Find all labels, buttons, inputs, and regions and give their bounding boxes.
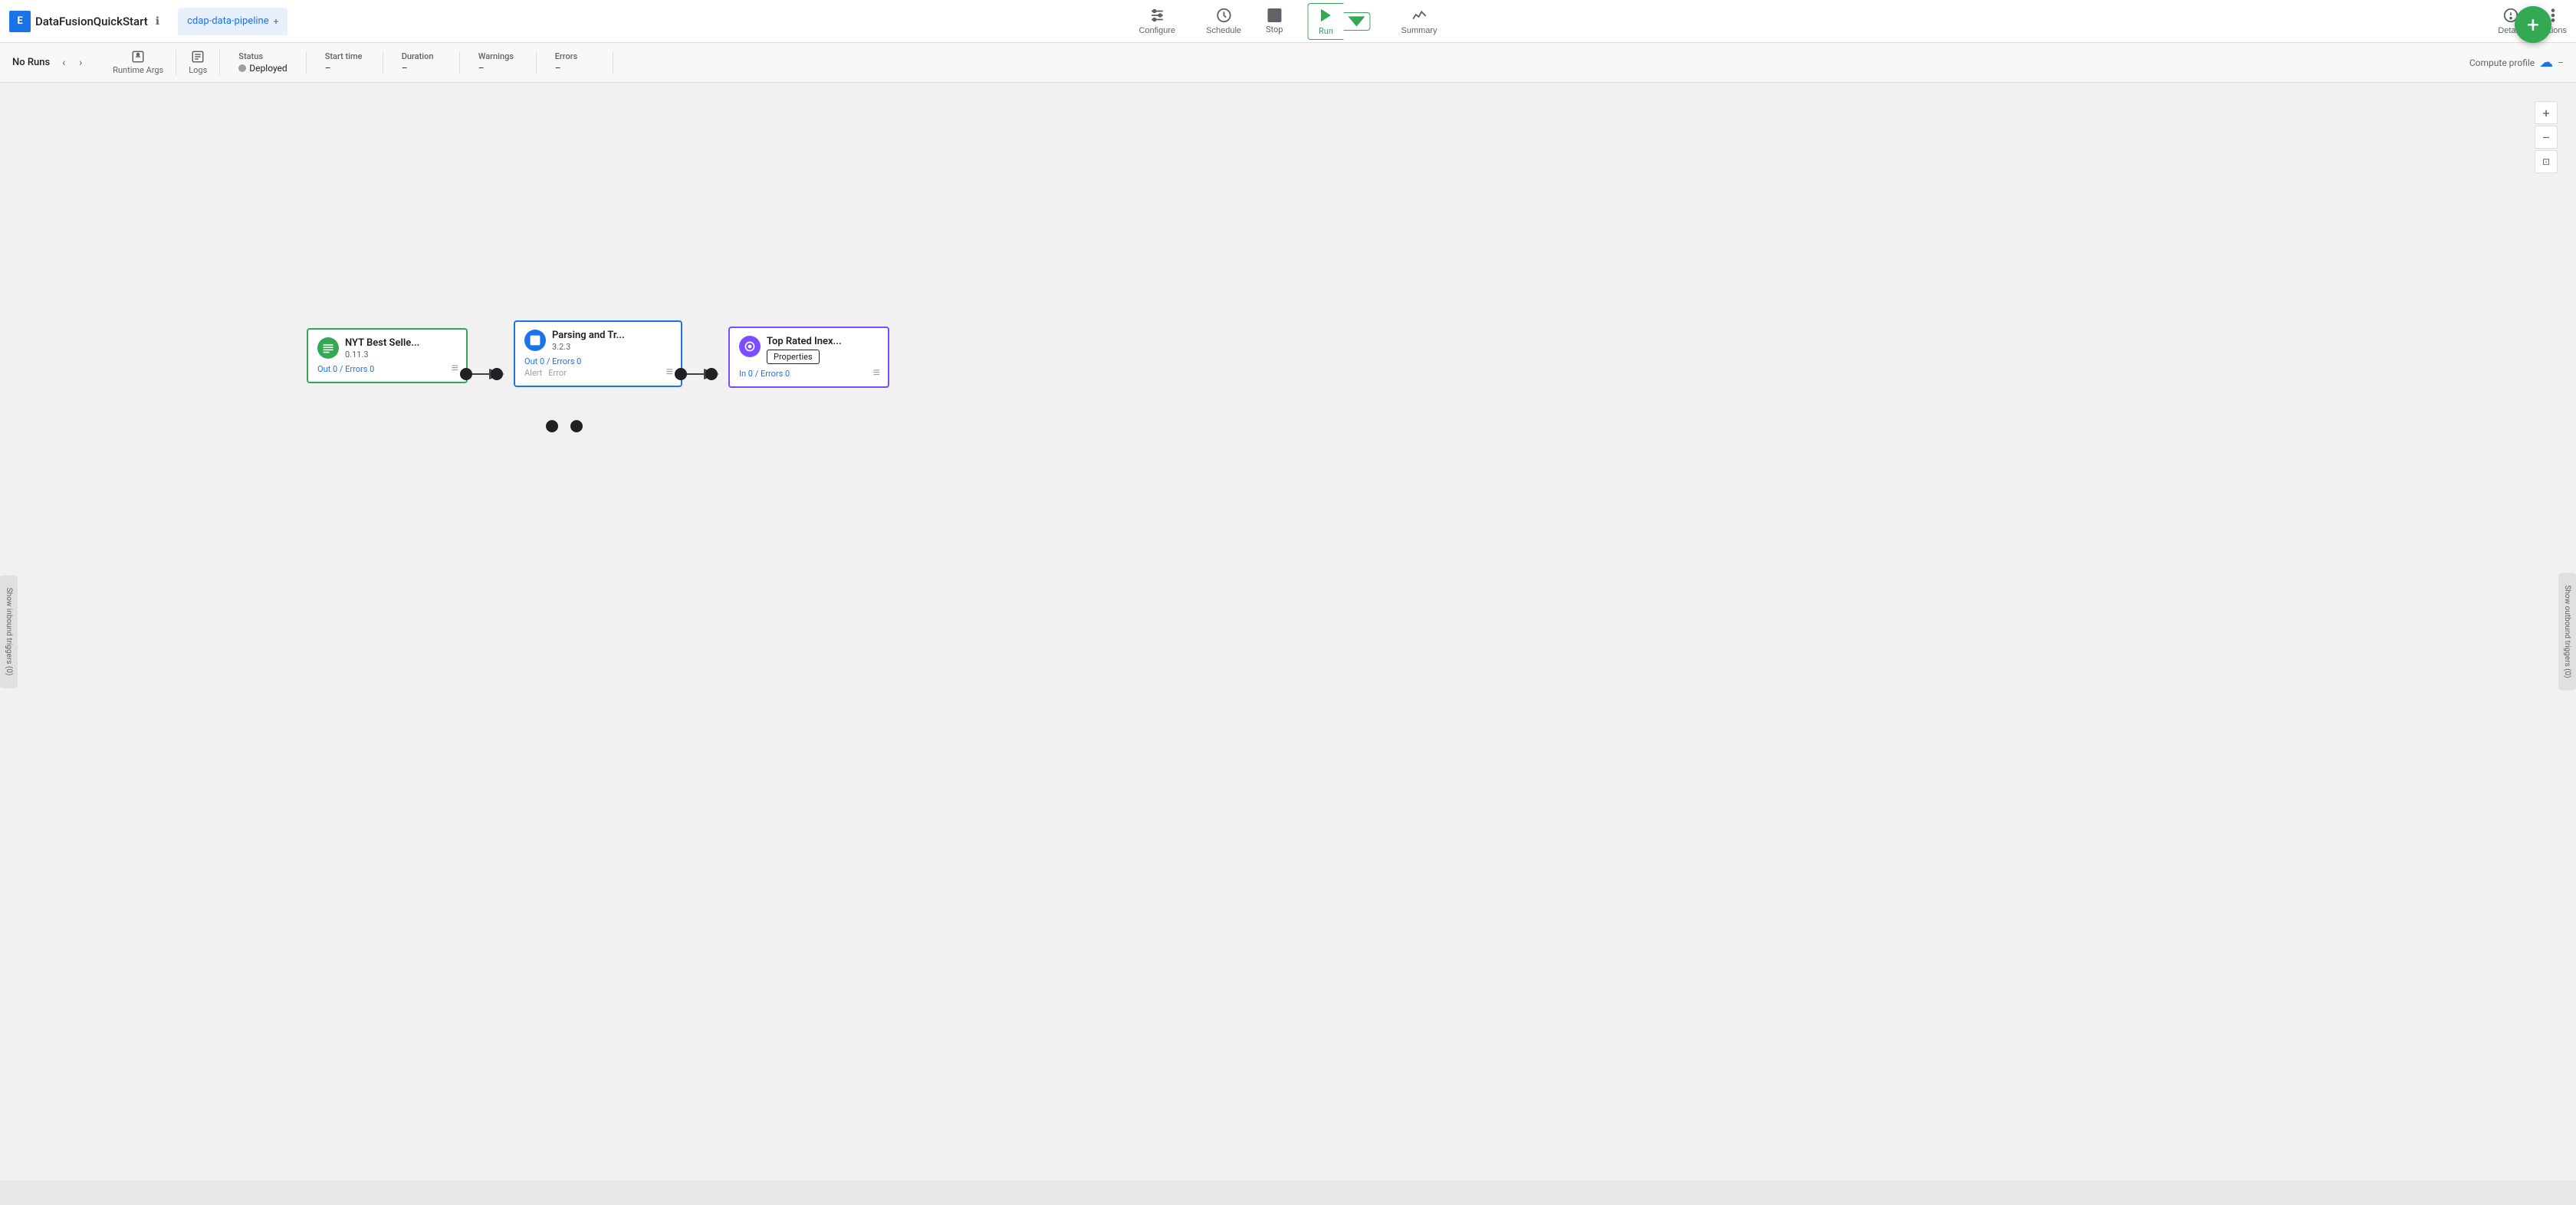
inbound-triggers-button[interactable]: Show inbound triggers (0) <box>0 576 18 688</box>
node-sink-header: Top Rated Inex... Properties <box>739 336 879 364</box>
logo-area: E DataFusionQuickStart ℹ <box>9 11 159 32</box>
run-button[interactable]: Run <box>1308 3 1344 40</box>
logo-icon: E <box>9 11 31 32</box>
node-nyt-menu-icon[interactable]: ≡ <box>452 360 458 376</box>
fab-button[interactable]: + <box>2515 6 2551 43</box>
outbound-triggers-button[interactable]: Show outbound triggers (0) <box>2558 573 2576 690</box>
nav-arrows: ‹ › <box>56 55 88 71</box>
node-nyt-header: NYT Best Selle... 0.11.3 <box>317 337 457 360</box>
status-deployed-text: Deployed <box>249 63 287 74</box>
properties-button[interactable]: Properties <box>767 350 820 364</box>
warnings-section: Warnings – <box>460 51 537 74</box>
top-bar: E DataFusionQuickStart ℹ cdap-data-pipel… <box>0 0 2576 43</box>
start-time-section: Start time – <box>307 51 383 74</box>
node-parse-info: Parsing and Tr... 3.2.3 <box>552 330 625 352</box>
logs-button[interactable]: Logs <box>176 50 220 75</box>
zoom-controls: + – ⊡ <box>2535 101 2558 173</box>
node-sink-stats: In 0 / Errors 0 <box>739 369 879 379</box>
duration-section: Duration – <box>383 51 460 74</box>
node-parse-version: 3.2.3 <box>552 342 625 352</box>
outbound-triggers-label: Show outbound triggers (0) <box>2563 585 2571 678</box>
errors-section: Errors – <box>537 51 613 74</box>
error-dot <box>570 420 583 432</box>
connection-dot-4 <box>705 368 718 380</box>
next-run-button[interactable]: › <box>73 55 88 71</box>
errors-value: – <box>555 63 561 74</box>
stop-label: Stop <box>1266 25 1283 34</box>
status-value: Deployed <box>238 63 287 74</box>
connection-dot-3 <box>675 368 687 380</box>
logs-label: Logs <box>189 65 207 75</box>
warnings-label: Warnings <box>478 51 514 61</box>
node-nyt-stats: Out 0 / Errors 0 <box>317 364 457 374</box>
connection-arrows <box>0 83 2576 1180</box>
node-sink-title: Top Rated Inex... <box>767 336 842 348</box>
compute-profile-label: Compute profile <box>2469 57 2535 68</box>
node-nyt-title: NYT Best Selle... <box>345 337 419 350</box>
summary-button[interactable]: Summary <box>1395 4 1444 38</box>
no-runs-label: No Runs <box>12 57 50 68</box>
error-label: Error <box>548 368 567 378</box>
node-top-rated[interactable]: Top Rated Inex... Properties In 0 / Erro… <box>728 327 889 388</box>
node-nyt-best-seller[interactable]: NYT Best Selle... 0.11.3 Out 0 / Errors … <box>307 328 468 383</box>
run-label: Run <box>1319 26 1333 36</box>
configure-button[interactable]: Configure <box>1132 4 1181 38</box>
node-parse-alerts: Alert Error <box>524 368 672 378</box>
status-bar: No Runs ‹ › Runtime Args Logs Status Dep… <box>0 43 2576 83</box>
warnings-value: – <box>478 63 485 74</box>
app-title: DataFusionQuickStart <box>35 15 148 28</box>
start-time-value: – <box>325 63 331 74</box>
alert-label: Alert <box>524 368 542 378</box>
node-parse-title: Parsing and Tr... <box>552 330 625 342</box>
schedule-button[interactable]: Schedule <box>1200 4 1247 38</box>
pipeline-tab[interactable]: cdap-data-pipeline + <box>178 8 288 35</box>
zoom-out-button[interactable]: – <box>2535 126 2558 149</box>
duration-value: – <box>402 63 408 74</box>
alert-dot <box>546 420 558 432</box>
pipeline-tab-close-icon[interactable]: + <box>274 16 279 27</box>
node-sink-menu-icon[interactable]: ≡ <box>873 365 880 380</box>
start-time-label: Start time <box>325 51 363 61</box>
fit-view-button[interactable]: ⊡ <box>2535 150 2558 173</box>
compute-profile-dash: – <box>2558 57 2564 68</box>
stop-button[interactable]: Stop <box>1266 8 1283 34</box>
sink-icon <box>739 336 761 357</box>
configure-label: Configure <box>1138 26 1175 35</box>
bottom-scrollbar <box>0 1180 2576 1205</box>
center-toolbar: Configure Schedule Stop Run Summary <box>1132 0 1443 43</box>
run-dropdown-button[interactable] <box>1344 12 1371 31</box>
transform-icon <box>524 330 546 351</box>
cloud-icon: ☁ <box>2539 54 2553 71</box>
summary-label: Summary <box>1401 26 1438 35</box>
node-sink-info: Top Rated Inex... Properties <box>767 336 842 364</box>
connection-dot-1 <box>460 368 472 380</box>
schedule-label: Schedule <box>1206 26 1241 35</box>
node-parse-menu-icon[interactable]: ≡ <box>666 364 673 379</box>
node-parsing-transform[interactable]: Parsing and Tr... 3.2.3 Out 0 / Errors 0… <box>514 320 682 387</box>
deployed-dot-icon <box>238 64 246 72</box>
runtime-args-button[interactable]: Runtime Args <box>100 50 176 75</box>
prev-run-button[interactable]: ‹ <box>56 55 71 71</box>
source-icon <box>317 337 339 359</box>
info-icon[interactable]: ℹ <box>156 15 159 28</box>
zoom-in-button[interactable]: + <box>2535 101 2558 124</box>
stop-icon <box>1267 8 1281 22</box>
status-label: Status <box>238 51 263 61</box>
pipeline-tab-label: cdap-data-pipeline <box>187 15 268 27</box>
compute-profile-section: Compute profile ☁ – <box>2469 54 2564 71</box>
pipeline-canvas: NYT Best Selle... 0.11.3 Out 0 / Errors … <box>0 83 2576 1180</box>
connection-dot-2 <box>491 368 503 380</box>
status-section: Status Deployed <box>220 51 306 74</box>
duration-label: Duration <box>402 51 434 61</box>
node-nyt-version: 0.11.3 <box>345 350 419 360</box>
node-parse-header: Parsing and Tr... 3.2.3 <box>524 330 672 352</box>
errors-label: Errors <box>555 51 578 61</box>
run-button-group: Run <box>1302 0 1377 43</box>
runtime-args-label: Runtime Args <box>113 65 163 75</box>
inbound-triggers-label: Show inbound triggers (0) <box>5 588 13 676</box>
node-nyt-info: NYT Best Selle... 0.11.3 <box>345 337 419 360</box>
node-parse-stats: Out 0 / Errors 0 <box>524 356 672 366</box>
